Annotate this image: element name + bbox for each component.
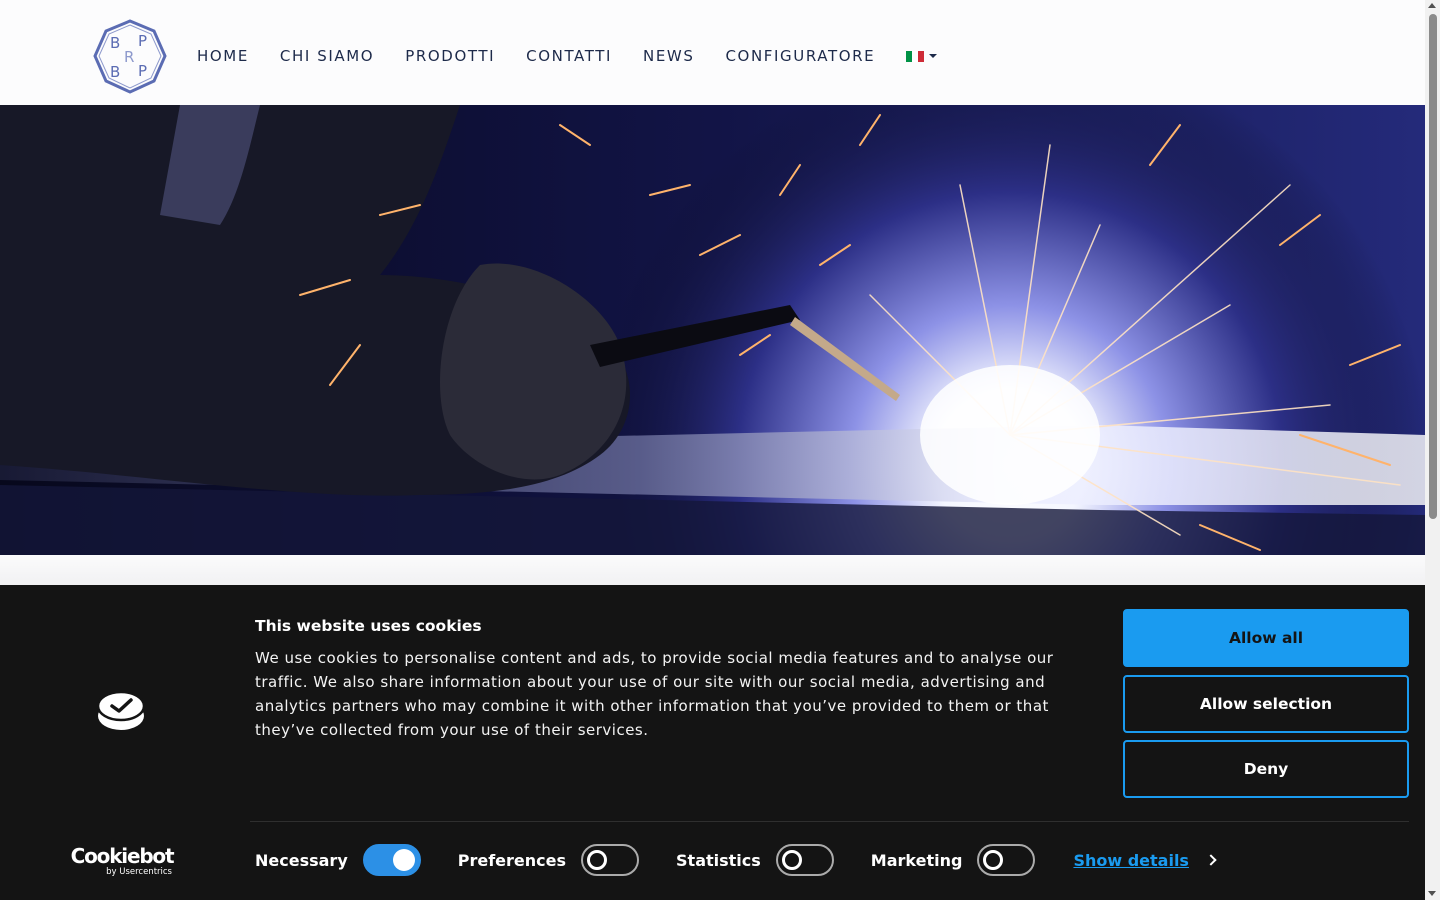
site-header: B P R B P HOME CHI SIAMO PRODOTTI CONTAT… — [0, 0, 1425, 105]
scroll-up-arrow-icon[interactable] — [1428, 3, 1436, 8]
logo-letter: B — [110, 34, 120, 52]
cookie-description: We use cookies to personalise content an… — [255, 649, 1054, 739]
marketing-toggle[interactable] — [977, 844, 1036, 876]
language-selector[interactable] — [906, 50, 938, 62]
chevron-right-icon — [1205, 854, 1217, 866]
allow-all-button[interactable]: Allow all — [1123, 609, 1409, 667]
logo-letter: R — [124, 48, 134, 66]
allow-selection-button[interactable]: Allow selection — [1123, 675, 1409, 733]
statistics-label: Statistics — [676, 850, 761, 870]
nav-contatti[interactable]: CONTATTI — [526, 47, 612, 65]
welding-sparks-photo — [0, 105, 1425, 555]
cookiebot-byline: by Usercentrics — [106, 867, 172, 877]
preferences-label: Preferences — [457, 850, 567, 870]
cookiebot-name: Cookiebot — [70, 844, 175, 868]
scrollbar-thumb[interactable] — [1429, 14, 1437, 519]
logo-letter: P — [138, 32, 147, 50]
caret-down-icon — [929, 54, 938, 58]
necessary-label: Necessary — [255, 850, 348, 870]
cookie-title: This website uses cookies — [255, 617, 482, 635]
cookie-consent-banner: Cookiebot by Usercentrics This website u… — [0, 585, 1425, 900]
consent-toggles: Necessary Preferences Statistics Marketi… — [255, 844, 1217, 876]
logo-letter: P — [138, 62, 147, 80]
scroll-down-arrow-icon[interactable] — [1428, 891, 1436, 896]
logo-letter: B — [110, 63, 120, 81]
deny-button[interactable]: Deny — [1123, 740, 1409, 798]
italy-flag-icon — [906, 50, 925, 62]
marketing-label: Marketing — [870, 850, 963, 870]
statistics-toggle[interactable] — [775, 844, 834, 876]
cookiebot-logo[interactable]: Cookiebot by Usercentrics — [70, 844, 175, 877]
hero-image — [0, 105, 1425, 555]
brpbp-logo[interactable]: B P R B P — [92, 18, 168, 96]
nav-news[interactable]: NEWS — [643, 47, 694, 65]
nav-configuratore[interactable]: CONFIGURATORE — [725, 47, 875, 65]
nav-home[interactable]: HOME — [197, 47, 249, 65]
cookiebot-icon — [97, 691, 145, 730]
show-details-link[interactable]: Show details — [1073, 850, 1217, 870]
page-scrollbar[interactable] — [1425, 0, 1440, 900]
preferences-toggle[interactable] — [581, 844, 640, 876]
show-details-label: Show details — [1073, 850, 1189, 870]
nav-prodotti[interactable]: PRODOTTI — [405, 47, 495, 65]
main-nav: HOME CHI SIAMO PRODOTTI CONTATTI NEWS CO… — [197, 47, 938, 65]
banner-divider — [250, 821, 1409, 822]
nav-chi-siamo[interactable]: CHI SIAMO — [280, 47, 374, 65]
necessary-toggle[interactable] — [362, 844, 421, 876]
page-section-strip — [0, 555, 1425, 585]
